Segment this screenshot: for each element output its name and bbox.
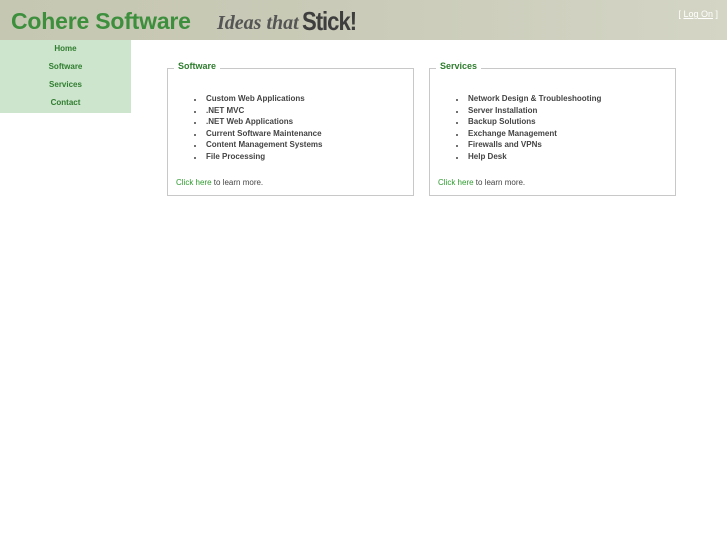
list-item: Server Installation — [466, 105, 601, 117]
services-panel-title: Services — [436, 61, 482, 71]
learn-more-text: to learn more. — [211, 178, 264, 187]
login-bracket-open: [ — [678, 9, 681, 19]
nav-item-contact[interactable]: Contact — [0, 94, 131, 112]
services-list: Network Design & Troubleshooting Server … — [466, 93, 601, 163]
list-item: Backup Solutions — [466, 116, 601, 128]
tagline-ideas: Ideas that — [217, 12, 299, 34]
list-item: Help Desk — [466, 151, 601, 163]
nav-item-software[interactable]: Software — [0, 58, 131, 76]
list-item: Firewalls and VPNs — [466, 139, 601, 151]
list-item: Network Design & Troubleshooting — [466, 93, 601, 105]
services-panel: Services Network Design & Troubleshootin… — [429, 61, 676, 196]
software-list: Custom Web Applications .NET MVC .NET We… — [204, 93, 322, 163]
log-on-link[interactable]: Log On — [683, 9, 713, 19]
list-item: Custom Web Applications — [204, 93, 322, 105]
learn-more-text: to learn more. — [473, 178, 526, 187]
list-item: File Processing — [204, 151, 322, 163]
list-item: .NET Web Applications — [204, 116, 322, 128]
list-item: .NET MVC — [204, 105, 322, 117]
software-panel: Software Custom Web Applications .NET MV… — [167, 61, 414, 196]
list-item: Content Management Systems — [204, 139, 322, 151]
software-panel-title: Software — [174, 61, 221, 71]
nav-item-services[interactable]: Services — [0, 76, 131, 94]
tagline-stick: Stick! — [302, 6, 357, 36]
list-item: Exchange Management — [466, 128, 601, 140]
nav-item-home[interactable]: Home — [0, 40, 131, 58]
site-header: Cohere Software Ideas that Stick! [ Log … — [0, 0, 727, 40]
services-learn-more: Click here to learn more. — [438, 178, 525, 187]
services-click-here-link[interactable]: Click here — [438, 178, 474, 187]
sidebar-nav: Home Software Services Contact — [0, 40, 131, 113]
login-bracket-close: ] — [715, 9, 718, 19]
login-area: [ Log On ] — [678, 9, 718, 19]
software-learn-more: Click here to learn more. — [176, 178, 263, 187]
list-item: Current Software Maintenance — [204, 128, 322, 140]
software-click-here-link[interactable]: Click here — [176, 178, 212, 187]
site-logo-text[interactable]: Cohere Software — [11, 8, 191, 35]
